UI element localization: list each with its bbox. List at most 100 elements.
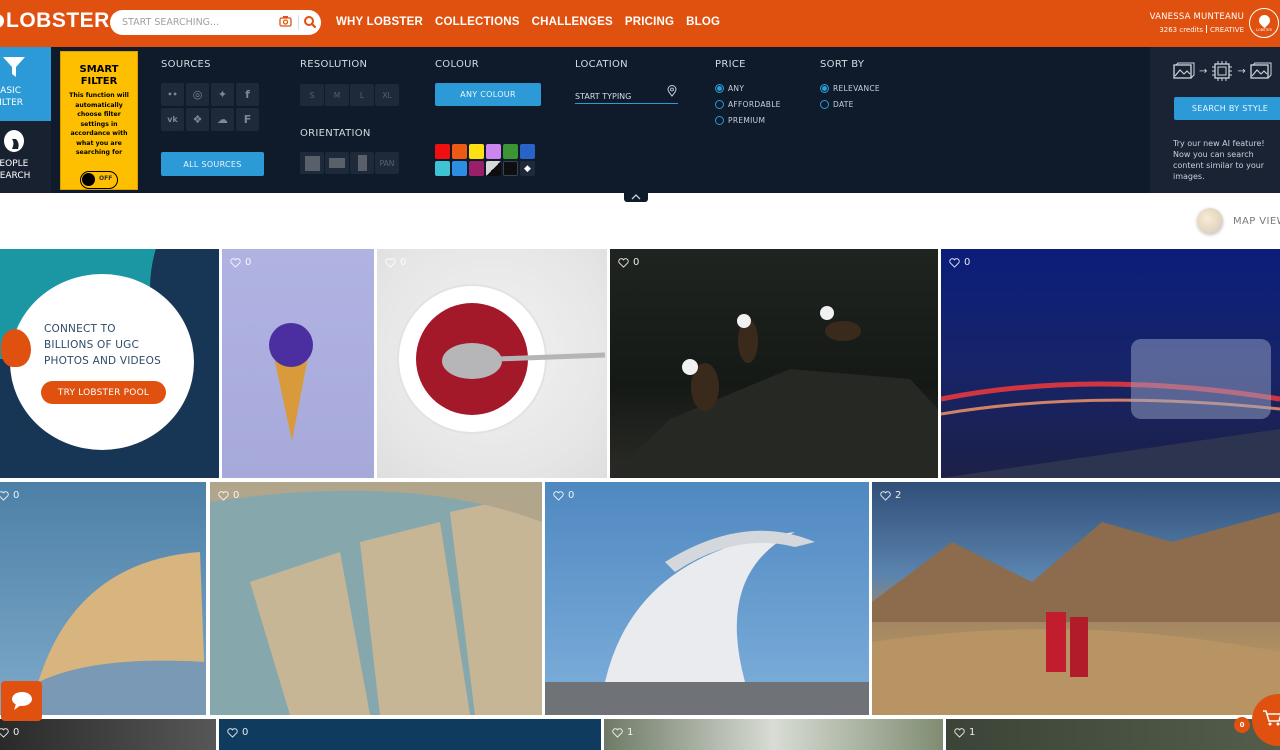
source-vk[interactable]: vk: [161, 108, 184, 131]
heart-icon: [553, 490, 564, 501]
source-flickr[interactable]: ••: [161, 83, 184, 106]
nav-blog[interactable]: BLOG: [686, 16, 720, 28]
colour-swatch[interactable]: [435, 161, 450, 176]
source-facebook[interactable]: f: [236, 83, 259, 106]
chat-button[interactable]: [1, 681, 42, 721]
sort-by-title: SORT BY: [820, 59, 865, 70]
search-by-style-button[interactable]: SEARCH BY STYLE: [1174, 97, 1280, 120]
try-lobster-pool-button[interactable]: TRY LOBSTER POOL: [41, 381, 166, 404]
like-counter[interactable]: 0: [230, 257, 251, 268]
collapse-filters-button[interactable]: [624, 192, 648, 202]
orientation-square[interactable]: [300, 152, 324, 174]
source-instagram[interactable]: ◎: [186, 83, 209, 106]
search-input[interactable]: [122, 14, 272, 31]
colour-swatch[interactable]: [486, 144, 501, 159]
basic-filter-tab[interactable]: BASIC FILTER: [0, 47, 51, 121]
user-name: VANESSA MUNTEANU: [1149, 12, 1244, 22]
photo-tile[interactable]: 0: [545, 482, 869, 715]
nav-collections[interactable]: COLLECTIONS: [435, 16, 520, 28]
like-counter[interactable]: 0: [949, 257, 970, 268]
sort-date-radio[interactable]: DATE: [820, 100, 880, 109]
heart-icon: [218, 490, 229, 501]
photo-tile[interactable]: 0: [210, 482, 542, 715]
colour-swatch[interactable]: [435, 144, 450, 159]
map-view-toggle[interactable]: MAP VIEW: [1197, 208, 1280, 234]
source-dropbox[interactable]: ❖: [186, 108, 209, 131]
colour-swatch[interactable]: [503, 161, 518, 176]
photo-tile[interactable]: 0: [219, 719, 601, 750]
colour-swatch[interactable]: [452, 161, 467, 176]
resolution-l[interactable]: L: [350, 84, 374, 106]
like-counter[interactable]: 0: [618, 257, 639, 268]
price-affordable-radio[interactable]: AFFORDABLE: [715, 100, 781, 109]
like-counter[interactable]: 0: [385, 257, 406, 268]
resolution-xl[interactable]: XL: [375, 84, 399, 106]
like-counter[interactable]: 2: [880, 490, 901, 501]
ice-cream-illustration: [269, 323, 313, 441]
price-options: ANY AFFORDABLE PREMIUM: [715, 84, 781, 125]
colour-swatch[interactable]: [520, 144, 535, 159]
photo-tile[interactable]: 1: [946, 719, 1280, 750]
like-counter[interactable]: 0: [0, 727, 19, 738]
price-any-radio[interactable]: ANY: [715, 84, 781, 93]
source-foursquare[interactable]: F: [236, 108, 259, 131]
search-icon[interactable]: [302, 14, 318, 30]
dropbox-icon: ❖: [192, 113, 203, 126]
price-premium-radio[interactable]: PREMIUM: [715, 116, 781, 125]
colour-swatch[interactable]: [469, 144, 484, 159]
sort-relevance-radio[interactable]: RELEVANCE: [820, 84, 880, 93]
any-colour-button[interactable]: ANY COLOUR: [435, 83, 541, 106]
like-counter[interactable]: 0: [553, 490, 574, 501]
colour-title: COLOUR: [435, 59, 480, 70]
like-counter[interactable]: 0: [227, 727, 248, 738]
photo-tile[interactable]: 0: [610, 249, 938, 478]
photo-tile[interactable]: 0: [377, 249, 607, 478]
like-counter[interactable]: 0: [0, 490, 19, 501]
like-count: 1: [969, 727, 976, 738]
photo-tile[interactable]: 0: [0, 719, 216, 750]
facebook-icon: f: [245, 88, 250, 101]
people-search-tab[interactable]: PEOPLE SEARCH: [0, 121, 51, 193]
like-count: 0: [245, 257, 252, 268]
avatar[interactable]: LOBSTER: [1249, 8, 1279, 38]
arrow-right-icon: →: [1199, 65, 1208, 77]
all-sources-button[interactable]: ALL SOURCES: [161, 152, 264, 176]
logo[interactable]: LOBSTER: [0, 9, 110, 33]
nav-why-lobster[interactable]: WHY LOBSTER: [336, 16, 423, 28]
photo-tile[interactable]: 1: [604, 719, 943, 750]
like-counter[interactable]: 1: [954, 727, 975, 738]
photo-tile[interactable]: 2: [872, 482, 1280, 715]
orientation-panorama[interactable]: PAN: [375, 152, 399, 174]
city-lights-illustration: [941, 339, 1280, 478]
orientation-portrait[interactable]: [350, 152, 374, 174]
photo-tile[interactable]: 0: [941, 249, 1280, 478]
user-info[interactable]: VANESSA MUNTEANU 3263 credits CREATIVE: [1150, 12, 1244, 34]
like-counter[interactable]: 1: [612, 727, 633, 738]
like-count: 0: [400, 257, 407, 268]
source-pinwheel[interactable]: ✦: [211, 83, 234, 106]
orientation-landscape[interactable]: [325, 152, 349, 174]
resolution-s[interactable]: S: [300, 84, 324, 106]
sort-relevance-label: RELEVANCE: [833, 84, 880, 93]
smart-filter-toggle[interactable]: OFF: [80, 171, 118, 189]
colour-swatch[interactable]: [452, 144, 467, 159]
nav-pricing[interactable]: PRICING: [625, 16, 674, 28]
like-count: 0: [13, 727, 20, 738]
top-header: LOBSTER WHY LOBSTER COLLECTIONS CHALLENG…: [0, 0, 1280, 47]
colour-swatch[interactable]: [469, 161, 484, 176]
like-counter[interactable]: 0: [218, 490, 239, 501]
location-input[interactable]: [575, 92, 660, 101]
paint-bucket-icon[interactable]: ◆: [520, 161, 535, 176]
resolution-m[interactable]: M: [325, 84, 349, 106]
radio-dot-icon: [715, 100, 724, 109]
colour-swatch[interactable]: [503, 144, 518, 159]
nav-challenges[interactable]: CHALLENGES: [532, 16, 613, 28]
source-cloud[interactable]: ☁: [211, 108, 234, 131]
like-count: 0: [233, 490, 240, 501]
flickr-icon: ••: [167, 90, 178, 99]
photo-tile[interactable]: 0: [222, 249, 374, 478]
smart-filter-description: This function will automatically choose …: [69, 92, 129, 156]
heart-icon: [880, 490, 891, 501]
colour-swatch-black-white[interactable]: [486, 161, 501, 176]
camera-search-icon[interactable]: [278, 15, 292, 29]
